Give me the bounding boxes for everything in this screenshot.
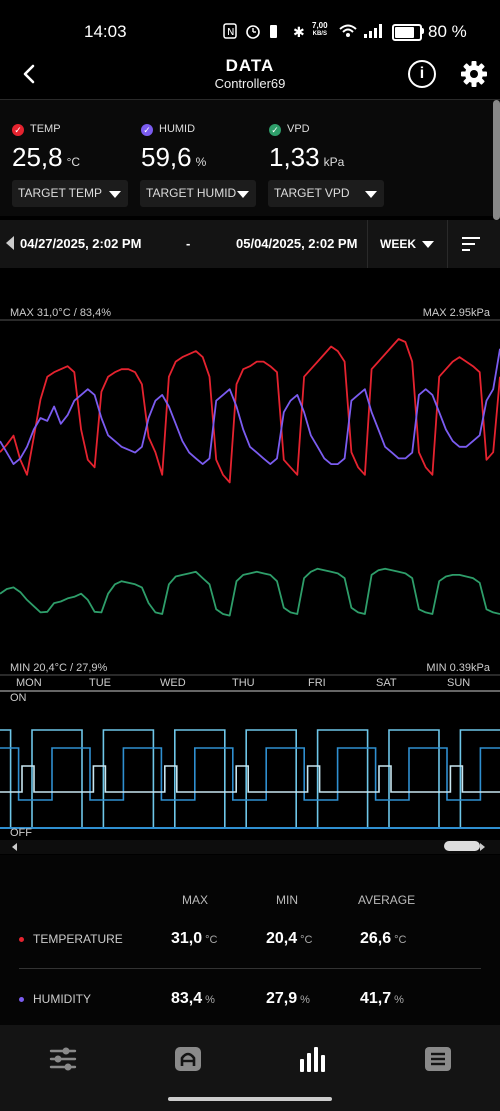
range-label: WEEK: [380, 237, 416, 251]
status-icons: N ✱: [222, 22, 312, 44]
net-speed-value: 7,00: [312, 21, 328, 30]
stats-humid-label: HUMIDITY: [33, 992, 91, 1006]
status-bar: 14:03 N ✱ 7,00 KB/S 80 %: [0, 0, 500, 60]
device-activity-chart[interactable]: [0, 700, 500, 840]
humid-check-icon: ✓: [141, 124, 153, 136]
device-a-line: [0, 729, 500, 829]
svg-text:✱: ✱: [293, 25, 309, 40]
stats-temp-avg: 26,6 °C: [360, 930, 407, 947]
stats-divider: [19, 968, 481, 969]
day-label: MON: [16, 677, 42, 689]
nav-controller[interactable]: [173, 1044, 203, 1074]
controller-icon: [175, 1047, 201, 1071]
temp-check-icon: ✓: [12, 124, 24, 136]
battery-percent: 80 %: [428, 22, 467, 41]
temperature-dot: [19, 937, 24, 942]
day-label: WED: [160, 677, 186, 689]
filter-line-2: [462, 243, 475, 245]
metric-temp-label: TEMP: [30, 123, 61, 135]
stats-header-max: MAX: [182, 893, 209, 907]
net-speed: 7,00 KB/S: [312, 22, 328, 38]
climate-chart[interactable]: [0, 319, 500, 679]
metric-vpd-value: 1,33 kPa: [269, 142, 345, 172]
device-name: Controller69: [214, 76, 286, 91]
nav-sliders[interactable]: [48, 1044, 78, 1074]
vpd-check-icon: ✓: [269, 124, 281, 136]
net-speed-unit: KB/S: [312, 31, 327, 37]
filter-button[interactable]: [462, 237, 482, 251]
date-separator: -: [186, 236, 191, 251]
scroll-thumb[interactable]: [444, 841, 480, 851]
sliders-icon: [49, 1047, 77, 1071]
caret-down-icon: [365, 191, 377, 198]
info-icon: i: [419, 65, 425, 82]
chevron-left-icon: [23, 64, 35, 84]
battery-icon: [392, 24, 422, 41]
chart-max-left: MAX 31,0°C / 83,4%: [10, 307, 112, 319]
metric-vpd-label: VPD: [287, 123, 310, 135]
info-button[interactable]: i: [408, 60, 436, 88]
target-temp-dropdown[interactable]: TARGET TEMP: [12, 180, 128, 207]
date-end[interactable]: 05/04/2025, 2:02 PM: [236, 236, 357, 251]
day-label: SAT: [376, 677, 397, 689]
caret-down-icon: [237, 191, 249, 198]
metric-temp-value: 25,8 °C: [12, 142, 81, 172]
vertical-scrollbar[interactable]: [493, 100, 500, 220]
chart-horizontal-scrollbar[interactable]: [0, 840, 500, 854]
status-time: 14:03: [84, 22, 127, 41]
stats-header-avg: AVERAGE: [358, 893, 416, 907]
day-axis: MON TUE WED THU FRI SAT SUN: [0, 677, 500, 691]
filter-line-1: [462, 237, 480, 239]
stats-humid-avg: 41,7%: [360, 990, 404, 1007]
home-indicator[interactable]: [168, 1097, 332, 1101]
caret-down-icon: [422, 241, 434, 248]
day-label: FRI: [308, 677, 326, 689]
day-label: SUN: [447, 677, 471, 689]
metric-humid-value: 59,6%: [141, 142, 207, 172]
target-humid-dropdown[interactable]: TARGET HUMID: [140, 180, 256, 207]
metric-humid-label: HUMID: [159, 123, 196, 135]
target-humid-label: TARGET HUMID: [146, 186, 237, 200]
caret-down-icon: [109, 191, 121, 198]
humidity-dot: [19, 997, 24, 1002]
bar-chart-icon: [300, 1047, 325, 1072]
target-temp-label: TARGET TEMP: [18, 186, 103, 200]
range-selector[interactable]: WEEK: [367, 220, 448, 268]
prev-period-button[interactable]: [6, 236, 14, 250]
stats-temp-label: TEMPERATURE: [33, 932, 123, 946]
day-axis-line: [0, 690, 500, 692]
stats-humid-min: 27,9%: [266, 990, 310, 1007]
day-label: TUE: [89, 677, 111, 689]
nav-logs[interactable]: [423, 1044, 453, 1074]
temperature-series-line: [0, 338, 500, 484]
svg-text:N: N: [227, 27, 238, 38]
wifi-signal-icons: [339, 24, 382, 38]
chart-min-right: MIN 0.39kPa: [426, 662, 490, 674]
device-off-label: OFF: [10, 827, 32, 839]
gear-icon: [461, 61, 487, 87]
date-start[interactable]: 04/27/2025, 2:02 PM: [20, 236, 141, 251]
filter-line-3: [462, 249, 470, 251]
scroll-right-icon[interactable]: [480, 843, 485, 851]
nav-data[interactable]: [298, 1044, 328, 1074]
day-label: THU: [232, 677, 255, 689]
scroll-left-icon[interactable]: [12, 843, 17, 851]
chart-max-right: MAX 2.95kPa: [422, 307, 490, 319]
page-title: DATA: [225, 56, 275, 75]
chart-min-left: MIN 20,4°C / 27,9%: [10, 662, 108, 674]
device-c-line: [0, 765, 500, 793]
stats-humid-max: 83,4%: [171, 990, 215, 1007]
status-indicator-icons: N ✱: [223, 23, 309, 41]
stats-temp-max: 31,0 °C: [171, 930, 218, 947]
stats-header-min: MIN: [276, 893, 298, 907]
battery-tip: [421, 28, 424, 34]
vpd-series-line: [0, 567, 500, 617]
list-icon: [425, 1047, 451, 1071]
target-vpd-dropdown[interactable]: TARGET VPD: [268, 180, 384, 207]
settings-button[interactable]: [458, 58, 490, 90]
back-button[interactable]: [14, 58, 46, 90]
stats-temp-min: 20,4 °C: [266, 930, 313, 947]
target-vpd-label: TARGET VPD: [274, 186, 350, 200]
